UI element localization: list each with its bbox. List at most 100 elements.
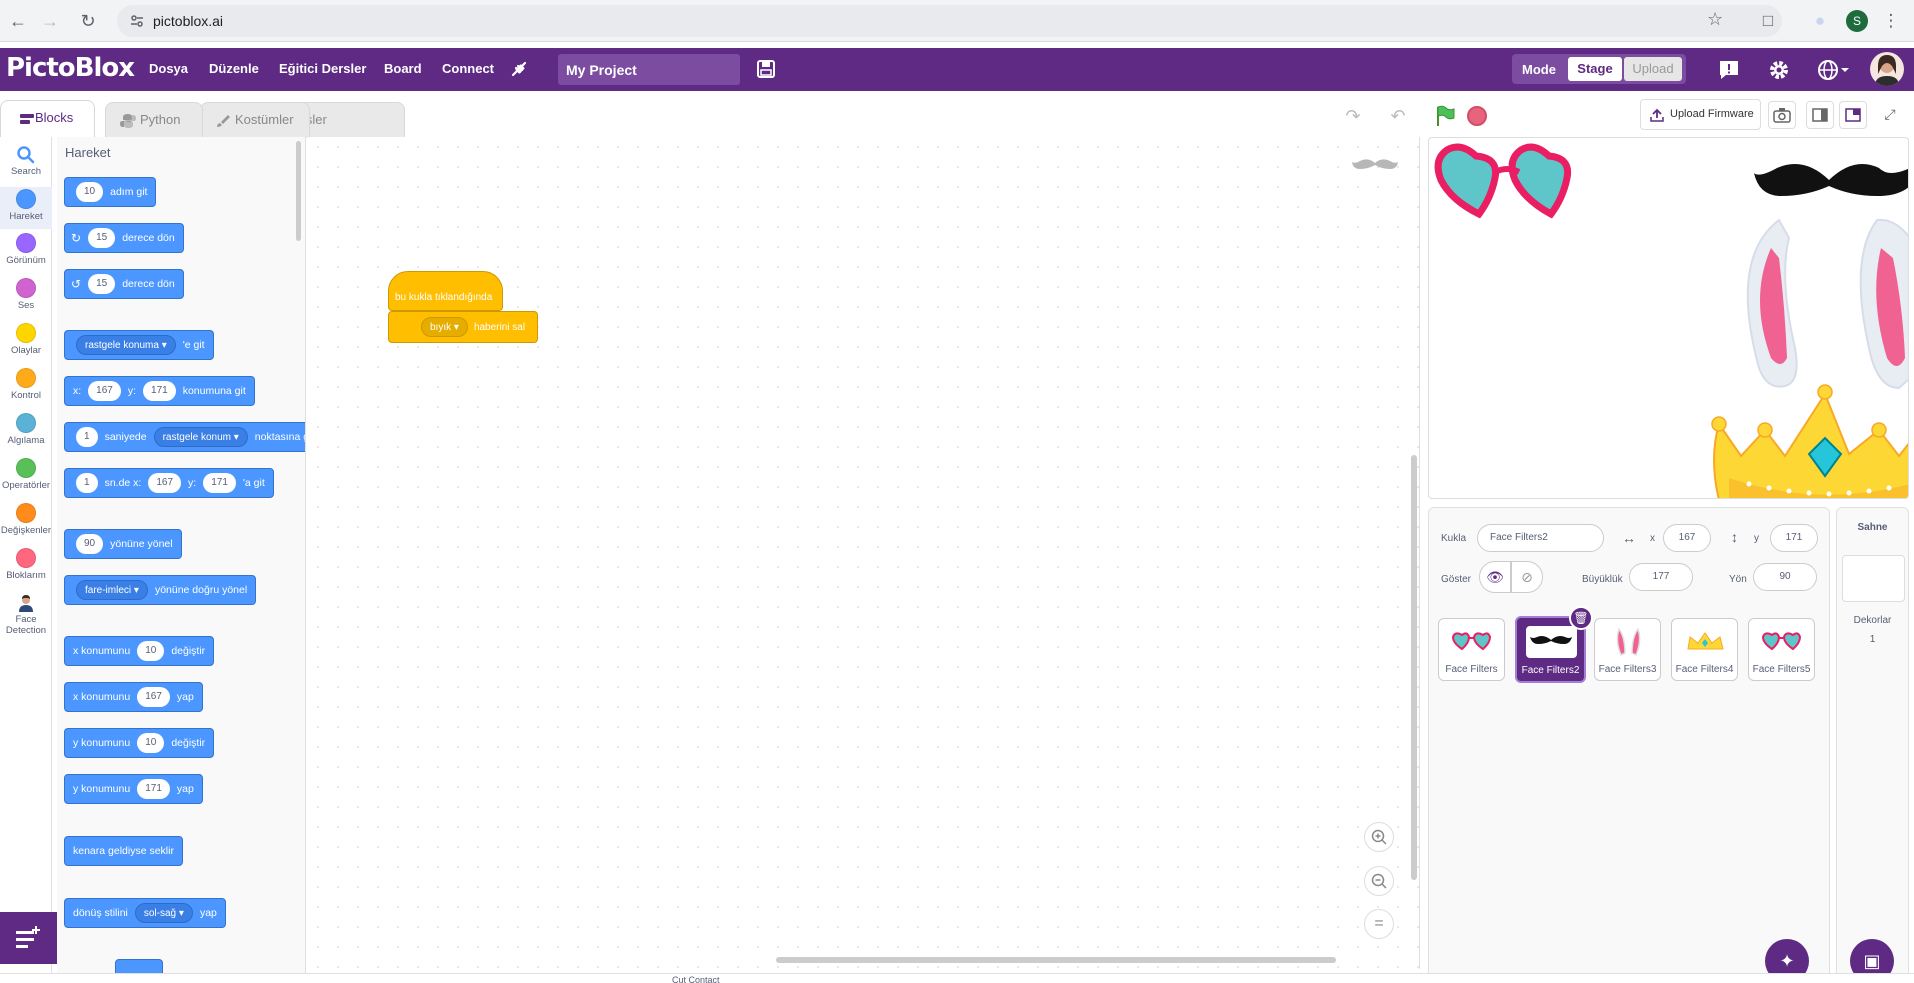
block-point-towards[interactable]: fare-imleci ▾ yönüne doğru yönel <box>64 575 257 605</box>
add-extension-button[interactable] <box>0 912 57 964</box>
glide-dropdown[interactable]: rastgele konum ▾ <box>153 427 248 447</box>
sprite-card[interactable]: Face Filters3 <box>1594 618 1661 681</box>
category-looks[interactable]: Görünüm <box>0 233 52 266</box>
project-name-input[interactable]: My Project <box>558 54 740 85</box>
workspace-horizontal-scrollbar[interactable] <box>776 957 1336 963</box>
stop-icon[interactable] <box>1467 106 1487 126</box>
block-turn-left[interactable]: ↺ 15 derece dön <box>64 269 184 299</box>
category-face-detection[interactable]: Face Detection <box>0 593 52 636</box>
category-my-blocks[interactable]: Bloklarım <box>0 548 52 581</box>
block-point-direction[interactable]: 90 yönüne yönel <box>64 529 182 559</box>
block-goto[interactable]: rastgele konuma ▾ 'e git <box>64 330 214 360</box>
block-change-y[interactable]: y konumunu 10 değiştir <box>64 728 215 758</box>
tab-costumes[interactable]: Kostümler <box>200 102 310 138</box>
block-glide-xy[interactable]: 1 sn.de x: 167 y: 171 'a git <box>64 468 274 498</box>
block-move-steps[interactable]: 10 adım git <box>64 177 157 207</box>
pictoblox-logo[interactable]: PictoBlox <box>6 53 135 83</box>
point-towards-dropdown[interactable]: fare-imleci ▾ <box>76 580 148 600</box>
goto-dropdown[interactable]: rastgele konuma ▾ <box>76 335 176 355</box>
forward-icon[interactable]: → <box>38 9 62 33</box>
block-glide[interactable]: 1 saniyede rastgele konum ▾ noktasına gi… <box>64 422 305 452</box>
stage-thumbnail[interactable] <box>1842 555 1905 602</box>
menu-board[interactable]: Board <box>384 61 422 76</box>
green-flag-icon[interactable] <box>1434 105 1456 127</box>
zoom-out-button[interactable] <box>1364 866 1394 896</box>
hide-sprite-button[interactable]: ⊘ <box>1511 561 1543 593</box>
sprite-card[interactable]: Face Filters <box>1438 618 1505 681</box>
upload-firmware-button[interactable]: Upload Firmware <box>1640 99 1761 130</box>
feedback-icon[interactable] <box>1717 58 1741 82</box>
sprite-info-panel: Kukla Face Filters2 ↔ x 167 ↕ y 171 Göst… <box>1428 507 1830 983</box>
menu-tutorials[interactable]: Eğitici Dersler <box>279 61 366 76</box>
scripts-workspace[interactable]: bu kukla tıklandığında bıyık ▾ haberini … <box>308 137 1420 969</box>
stage-canvas[interactable] <box>1428 137 1909 499</box>
connect-plug-icon[interactable] <box>508 58 530 80</box>
small-stage-button[interactable] <box>1806 101 1834 129</box>
user-avatar[interactable] <box>1870 52 1904 86</box>
sprite-card[interactable]: Face Filters4 <box>1671 618 1738 681</box>
direction-input[interactable]: 90 <box>1753 563 1817 591</box>
block-rotation-style[interactable]: dönüş stilini sol-sağ ▾ yap <box>64 898 226 928</box>
sprite-name-input[interactable]: Face Filters2 <box>1477 524 1604 552</box>
events-dot-icon <box>16 323 36 343</box>
block-goto-xy[interactable]: x: 167 y: 171 konumuna git <box>64 376 255 406</box>
block-change-x[interactable]: x konumunu 10 değiştir <box>64 636 215 666</box>
category-operators[interactable]: Operatörler <box>0 458 52 491</box>
rotation-style-dropdown[interactable]: sol-sağ ▾ <box>134 903 193 923</box>
sprite-card[interactable]: Face Filters5 <box>1748 618 1815 681</box>
block-set-y[interactable]: y konumunu 171 yap <box>64 774 203 804</box>
delete-sprite-button[interactable]: 🗑 <box>1569 606 1593 630</box>
sprite-card-selected[interactable]: Face Filters2 🗑 <box>1515 606 1593 683</box>
x-input[interactable]: 167 <box>1663 524 1711 552</box>
category-events[interactable]: Olaylar <box>0 323 52 356</box>
bookmark-star-icon[interactable]: ☆ <box>1707 9 1723 30</box>
when-sprite-clicked-block[interactable]: bu kukla tıklandığında <box>388 271 503 311</box>
zoom-in-button[interactable] <box>1364 822 1394 852</box>
back-icon[interactable]: ← <box>6 9 30 33</box>
zoom-in-icon <box>1371 829 1387 845</box>
profile-placeholder-icon[interactable]: ● <box>1809 10 1831 32</box>
redo-icon[interactable]: ↷ <box>1342 106 1364 128</box>
menu-connect[interactable]: Connect <box>442 61 494 76</box>
size-input[interactable]: 177 <box>1629 563 1693 591</box>
extensions-icon[interactable]: □ <box>1757 10 1779 32</box>
settings-gear-icon[interactable] <box>1767 58 1791 82</box>
category-control[interactable]: Kontrol <box>0 368 52 401</box>
category-variables[interactable]: Değişkenler <box>0 503 52 536</box>
category-motion[interactable]: Hareket <box>0 187 52 229</box>
workspace-vertical-scrollbar[interactable] <box>1411 455 1417 880</box>
menu-edit[interactable]: Düzenle <box>209 61 259 76</box>
save-icon[interactable] <box>756 59 776 79</box>
mode-stage-button[interactable]: Stage <box>1568 57 1622 81</box>
reload-icon[interactable]: ↻ <box>76 9 100 33</box>
profile-avatar[interactable]: S <box>1846 10 1868 32</box>
x-label: x <box>1650 533 1655 544</box>
mode-upload-button[interactable]: Upload <box>1624 57 1682 81</box>
large-stage-icon <box>1845 108 1861 122</box>
tab-python[interactable]: Python <box>105 102 203 138</box>
palette-scrollbar[interactable] <box>296 141 301 241</box>
large-stage-button[interactable] <box>1839 101 1867 129</box>
y-input[interactable]: 171 <box>1770 524 1818 552</box>
fullscreen-button[interactable]: ⤢ <box>1876 101 1904 129</box>
address-bar[interactable]: pictoblox.ai ☆ <box>117 5 1782 37</box>
language-globe-icon[interactable] <box>1816 58 1850 82</box>
zoom-reset-button[interactable]: = <box>1364 909 1394 939</box>
tab-blocks[interactable]: Blocks <box>0 100 95 138</box>
browser-menu-icon[interactable]: ⋮ <box>1880 10 1902 32</box>
category-sensing[interactable]: Algılama <box>0 413 52 446</box>
bunny-ears-icon <box>1603 625 1654 657</box>
site-settings-icon[interactable] <box>129 13 145 29</box>
show-sprite-button[interactable]: 👁 <box>1479 561 1511 593</box>
stage-target-panel[interactable]: Sahne Dekorlar 1 <box>1836 507 1909 983</box>
undo-icon[interactable]: ↶ <box>1387 106 1409 128</box>
category-sound[interactable]: Ses <box>0 278 52 311</box>
block-turn-right[interactable]: ↻ 15 derece dön <box>64 223 184 253</box>
broadcast-dropdown[interactable]: bıyık ▾ <box>421 317 468 337</box>
menu-file[interactable]: Dosya <box>149 61 188 76</box>
broadcast-block[interactable]: bıyık ▾ haberini sal <box>388 311 538 343</box>
category-search[interactable]: Search <box>0 145 52 185</box>
block-bounce[interactable]: kenara geldiyse seklir <box>64 836 183 866</box>
block-set-x[interactable]: x konumunu 167 yap <box>64 682 203 712</box>
screenshot-button[interactable] <box>1768 101 1796 129</box>
